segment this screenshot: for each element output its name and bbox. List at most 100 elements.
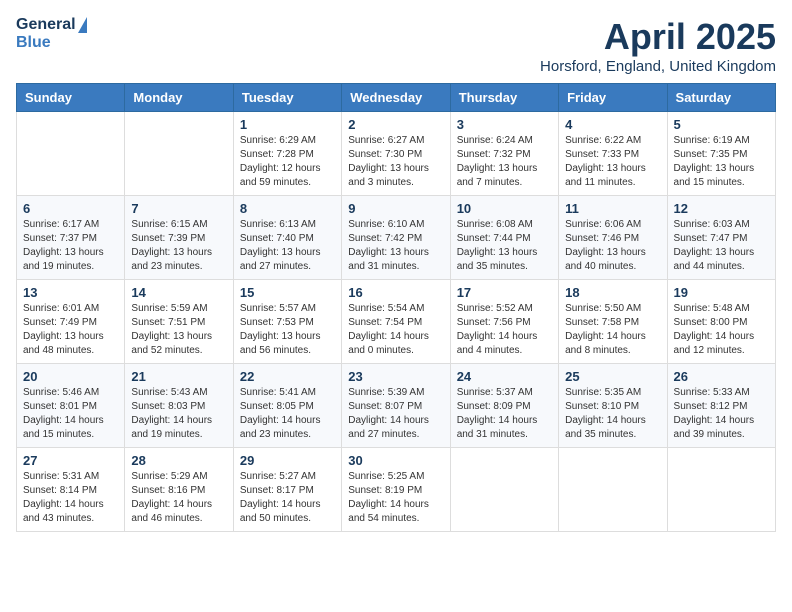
calendar-cell (559, 448, 667, 532)
day-info: Sunrise: 5:50 AM Sunset: 7:58 PM Dayligh… (565, 302, 660, 358)
calendar-cell: 4 Sunrise: 6:22 AM Sunset: 7:33 PM Daylig… (559, 112, 667, 196)
day-info: Sunrise: 5:41 AM Sunset: 8:05 PM Dayligh… (240, 386, 335, 442)
day-info: Sunrise: 6:10 AM Sunset: 7:42 PM Dayligh… (348, 218, 443, 274)
day-number: 7 (131, 201, 226, 216)
calendar-cell: 21Sunrise: 5:43 AM Sunset: 8:03 PM Dayli… (125, 364, 233, 448)
day-info: Sunrise: 5:46 AM Sunset: 8:01 PM Dayligh… (23, 386, 118, 442)
day-info: Sunrise: 5:25 AM Sunset: 8:19 PM Dayligh… (348, 470, 443, 526)
logo: General Blue (16, 16, 87, 52)
calendar-cell: 24 Sunrise: 5:37 AM Sunset: 8:09 PM Dayli… (450, 364, 558, 448)
day-info: Sunrise: 5:54 AM Sunset: 7:54 PM Dayligh… (348, 302, 443, 358)
day-number: 5 (674, 117, 769, 132)
day-info: Sunrise: 6:06 AM Sunset: 7:46 PM Dayligh… (565, 218, 660, 274)
calendar-table: SundayMondayTuesdayWednesdayThursdayFrid… (16, 83, 776, 532)
day-number: 13 (23, 285, 118, 300)
calendar-cell: 17 Sunrise: 5:52 AM Sunset: 7:56 PM Dayli… (450, 280, 558, 364)
day-info: Sunrise: 5:39 AM Sunset: 8:07 PM Dayligh… (348, 386, 443, 442)
logo-triangle-icon (78, 17, 87, 33)
day-number: 18 (565, 285, 660, 300)
day-number: 26 (674, 369, 769, 384)
calendar-cell: 15 Sunrise: 5:57 AM Sunset: 7:53 PM Dayli… (233, 280, 341, 364)
calendar-cell: 8 Sunrise: 6:13 AM Sunset: 7:40 PM Daylig… (233, 196, 341, 280)
calendar-cell: 18 Sunrise: 5:50 AM Sunset: 7:58 PM Dayli… (559, 280, 667, 364)
header-row: SundayMondayTuesdayWednesdayThursdayFrid… (17, 84, 776, 112)
day-number: 4 (565, 117, 660, 132)
calendar-cell: 14Sunrise: 5:59 AM Sunset: 7:51 PM Dayli… (125, 280, 233, 364)
day-info: Sunrise: 5:27 AM Sunset: 8:17 PM Dayligh… (240, 470, 335, 526)
day-info: Sunrise: 6:15 AM Sunset: 7:39 PM Dayligh… (131, 218, 226, 274)
column-header-wednesday: Wednesday (342, 84, 450, 112)
day-number: 24 (457, 369, 552, 384)
day-number: 20 (23, 369, 118, 384)
day-number: 27 (23, 453, 118, 468)
logo-general: General (16, 16, 76, 34)
day-number: 11 (565, 201, 660, 216)
day-info: Sunrise: 6:08 AM Sunset: 7:44 PM Dayligh… (457, 218, 552, 274)
day-number: 28 (131, 453, 226, 468)
week-row-3: 13 Sunrise: 6:01 AM Sunset: 7:49 PM Dayli… (17, 280, 776, 364)
calendar-cell: 28 Sunrise: 5:29 AM Sunset: 8:16 PM Dayli… (125, 448, 233, 532)
day-number: 25 (565, 369, 660, 384)
day-number: 19 (674, 285, 769, 300)
calendar-cell: 25Sunrise: 5:35 AM Sunset: 8:10 PM Dayli… (559, 364, 667, 448)
calendar-cell: 5 Sunrise: 6:19 AM Sunset: 7:35 PM Daylig… (667, 112, 775, 196)
calendar-cell: 10 Sunrise: 6:08 AM Sunset: 7:44 PM Dayli… (450, 196, 558, 280)
logo-blue: Blue (16, 34, 51, 51)
calendar-cell: 7 Sunrise: 6:15 AM Sunset: 7:39 PM Daylig… (125, 196, 233, 280)
calendar-cell: 16 Sunrise: 5:54 AM Sunset: 7:54 PM Dayli… (342, 280, 450, 364)
day-number: 2 (348, 117, 443, 132)
day-info: Sunrise: 5:29 AM Sunset: 8:16 PM Dayligh… (131, 470, 226, 526)
day-info: Sunrise: 6:19 AM Sunset: 7:35 PM Dayligh… (674, 134, 769, 190)
column-header-monday: Monday (125, 84, 233, 112)
calendar-cell: 22Sunrise: 5:41 AM Sunset: 8:05 PM Dayli… (233, 364, 341, 448)
week-row-2: 6Sunrise: 6:17 AM Sunset: 7:37 PM Daylig… (17, 196, 776, 280)
week-row-1: 1 Sunrise: 6:29 AM Sunset: 7:28 PM Daylig… (17, 112, 776, 196)
day-number: 9 (348, 201, 443, 216)
day-info: Sunrise: 6:27 AM Sunset: 7:30 PM Dayligh… (348, 134, 443, 190)
day-number: 29 (240, 453, 335, 468)
calendar-cell: 13 Sunrise: 6:01 AM Sunset: 7:49 PM Dayli… (17, 280, 125, 364)
column-header-thursday: Thursday (450, 84, 558, 112)
calendar-cell (667, 448, 775, 532)
month-title: April 2025 (540, 16, 776, 58)
calendar-cell: 9 Sunrise: 6:10 AM Sunset: 7:42 PM Daylig… (342, 196, 450, 280)
calendar-cell: 27Sunrise: 5:31 AM Sunset: 8:14 PM Dayli… (17, 448, 125, 532)
calendar-cell: 2 Sunrise: 6:27 AM Sunset: 7:30 PM Daylig… (342, 112, 450, 196)
day-info: Sunrise: 6:03 AM Sunset: 7:47 PM Dayligh… (674, 218, 769, 274)
day-info: Sunrise: 6:13 AM Sunset: 7:40 PM Dayligh… (240, 218, 335, 274)
day-number: 16 (348, 285, 443, 300)
column-header-friday: Friday (559, 84, 667, 112)
day-number: 8 (240, 201, 335, 216)
day-info: Sunrise: 6:01 AM Sunset: 7:49 PM Dayligh… (23, 302, 118, 358)
week-row-4: 20 Sunrise: 5:46 AM Sunset: 8:01 PM Dayli… (17, 364, 776, 448)
day-number: 15 (240, 285, 335, 300)
day-number: 1 (240, 117, 335, 132)
day-number: 10 (457, 201, 552, 216)
day-info: Sunrise: 6:29 AM Sunset: 7:28 PM Dayligh… (240, 134, 335, 190)
location-subtitle: Horsford, England, United Kingdom (540, 58, 776, 75)
calendar-cell: 6Sunrise: 6:17 AM Sunset: 7:37 PM Daylig… (17, 196, 125, 280)
calendar-cell: 11 Sunrise: 6:06 AM Sunset: 7:46 PM Dayli… (559, 196, 667, 280)
day-number: 14 (131, 285, 226, 300)
day-info: Sunrise: 5:48 AM Sunset: 8:00 PM Dayligh… (674, 302, 769, 358)
day-info: Sunrise: 5:57 AM Sunset: 7:53 PM Dayligh… (240, 302, 335, 358)
calendar-header: SundayMondayTuesdayWednesdayThursdayFrid… (17, 84, 776, 112)
column-header-saturday: Saturday (667, 84, 775, 112)
day-number: 23 (348, 369, 443, 384)
day-number: 6 (23, 201, 118, 216)
calendar-cell: 23 Sunrise: 5:39 AM Sunset: 8:07 PM Dayli… (342, 364, 450, 448)
day-info: Sunrise: 5:37 AM Sunset: 8:09 PM Dayligh… (457, 386, 552, 442)
calendar-cell (450, 448, 558, 532)
calendar-cell: 12Sunrise: 6:03 AM Sunset: 7:47 PM Dayli… (667, 196, 775, 280)
calendar-cell: 19 Sunrise: 5:48 AM Sunset: 8:00 PM Dayli… (667, 280, 775, 364)
calendar-cell (125, 112, 233, 196)
title-block: April 2025 Horsford, England, United Kin… (540, 16, 776, 75)
day-number: 21 (131, 369, 226, 384)
week-row-5: 27Sunrise: 5:31 AM Sunset: 8:14 PM Dayli… (17, 448, 776, 532)
day-number: 17 (457, 285, 552, 300)
calendar-cell: 1 Sunrise: 6:29 AM Sunset: 7:28 PM Daylig… (233, 112, 341, 196)
day-info: Sunrise: 6:22 AM Sunset: 7:33 PM Dayligh… (565, 134, 660, 190)
column-header-sunday: Sunday (17, 84, 125, 112)
column-header-tuesday: Tuesday (233, 84, 341, 112)
day-info: Sunrise: 5:52 AM Sunset: 7:56 PM Dayligh… (457, 302, 552, 358)
